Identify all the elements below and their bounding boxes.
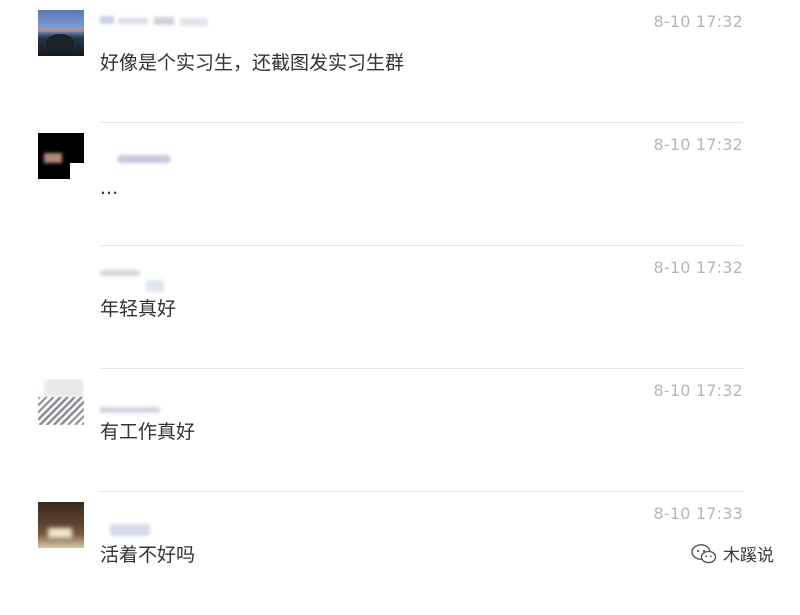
comment-item: 8-10 17:32 ... xyxy=(0,123,800,246)
wechat-icon xyxy=(691,543,717,565)
comment-text: 好像是个实习生，还截图发实习生群 xyxy=(100,52,405,74)
username-blurred[interactable] xyxy=(100,506,220,536)
comment-text: 活着不好吗 xyxy=(100,544,196,566)
username-blurred[interactable] xyxy=(100,260,220,292)
username-blurred[interactable] xyxy=(100,383,220,413)
username-blurred[interactable] xyxy=(100,137,220,163)
comment-time: 8-10 17:32 xyxy=(653,381,743,400)
watermark-text: 木蹊说 xyxy=(723,546,774,566)
comment-text: ... xyxy=(100,177,119,199)
comment-item: 8-10 17:32 年轻真好 xyxy=(0,246,800,369)
comment-time: 8-10 17:32 xyxy=(653,135,743,154)
comment-item: 8-10 17:33 活着不好吗 xyxy=(0,492,800,615)
avatar[interactable] xyxy=(38,10,84,56)
comment-text: 有工作真好 xyxy=(100,421,196,443)
avatar[interactable] xyxy=(38,133,84,179)
watermark: 木蹊说 xyxy=(691,541,774,566)
comment-item: 8-10 17:32 好像是个实习生，还截图发实习生群 xyxy=(0,0,800,123)
comment-time: 8-10 17:32 xyxy=(653,12,743,31)
comment-time: 8-10 17:32 xyxy=(653,258,743,277)
comment-time: 8-10 17:33 xyxy=(653,504,743,523)
comment-text: 年轻真好 xyxy=(100,298,177,320)
comment-item: 8-10 17:32 有工作真好 xyxy=(0,369,800,492)
username-blurred[interactable] xyxy=(100,14,220,30)
avatar[interactable] xyxy=(38,379,84,425)
avatar[interactable] xyxy=(38,502,84,548)
